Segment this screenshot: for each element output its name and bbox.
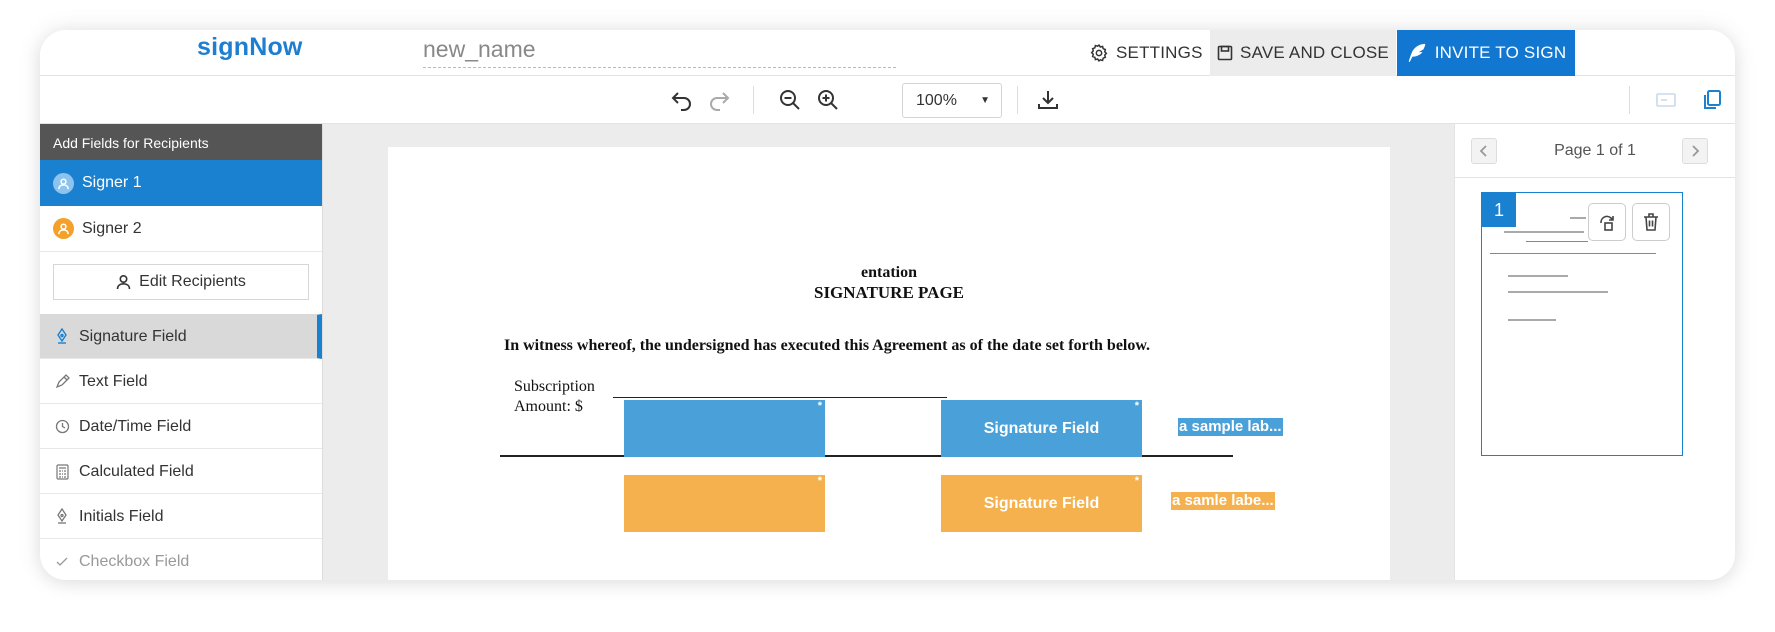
required-mark: * (817, 475, 822, 487)
document-title-line-1: entation (861, 264, 917, 281)
checkbox-field-item[interactable]: Checkbox Field (40, 539, 322, 580)
toolbar: 100% ▼ (40, 76, 1735, 124)
label-field-text: a samle labe... (1172, 492, 1274, 509)
initials-field-label: Initials Field (79, 507, 164, 525)
signer-2-label-field[interactable]: a samle labe... (1171, 492, 1275, 510)
thumbnail-text-line (1570, 217, 1586, 219)
thumbnail-text-line (1504, 231, 1584, 233)
settings-button[interactable]: SETTINGS (1089, 30, 1209, 76)
thumbnail-text-line (1508, 291, 1608, 293)
checkbox-icon (54, 555, 70, 569)
redo-icon[interactable] (705, 86, 733, 114)
thumbnail-rule (1490, 253, 1656, 254)
signer-1-label: Signer 1 (82, 174, 142, 191)
document-canvas: entation SIGNATURE PAGE In witness where… (323, 124, 1454, 580)
required-mark: * (1134, 475, 1139, 487)
user-avatar-icon (53, 172, 74, 194)
zoom-out-icon[interactable] (776, 86, 804, 114)
fields-icon[interactable] (1652, 86, 1680, 114)
calculated-field-label: Calculated Field (79, 462, 194, 480)
page-thumbnail[interactable]: 1 (1481, 192, 1683, 456)
signer-2-label: Signer 2 (82, 219, 142, 237)
edit-recipients-button[interactable]: Edit Recipients (53, 264, 309, 300)
delete-page-button[interactable] (1632, 203, 1670, 241)
rotate-icon (1600, 215, 1614, 231)
app-window: signNow new_name SETTINGS SAVE AND CLOSE… (40, 30, 1735, 580)
feather-icon (1408, 43, 1425, 63)
pen-nib-icon (54, 328, 70, 345)
edit-recipients-label: Edit Recipients (139, 273, 246, 290)
zoom-in-icon[interactable] (814, 86, 842, 114)
signature-field-text: Signature Field (983, 494, 1100, 512)
label-field-text: a sample lab... (1179, 418, 1282, 435)
signer-1-label-field[interactable]: a sample lab... (1178, 418, 1283, 436)
gear-icon (1090, 43, 1108, 63)
text-field-item[interactable]: Text Field (40, 359, 322, 404)
subscription-line-1: Subscription (514, 378, 595, 395)
person-icon (116, 274, 131, 290)
chevron-right-icon (1692, 145, 1700, 157)
subscription-line-2: Amount: $ (514, 398, 583, 415)
caret-down-icon: ▼ (980, 95, 990, 106)
document-page: entation SIGNATURE PAGE In witness where… (388, 147, 1390, 580)
logo[interactable]: signNow (197, 33, 303, 62)
signer-2-field-box[interactable]: * (624, 475, 825, 532)
download-icon[interactable] (1034, 86, 1062, 114)
required-mark: * (817, 400, 822, 412)
pen-nib-icon (54, 508, 70, 525)
thumbnail-page-number: 1 (1482, 193, 1516, 227)
document-name-input[interactable]: new_name (423, 34, 896, 68)
date-time-field-item[interactable]: Date/Time Field (40, 404, 322, 449)
invite-to-sign-button[interactable]: INVITE TO SIGN (1397, 30, 1575, 76)
thumbnail-text-line (1508, 319, 1556, 321)
text-field-label: Text Field (79, 372, 148, 390)
recipients-sidebar: Add Fields for Recipients Signer 1 Signe… (40, 124, 323, 580)
zoom-value: 100% (916, 92, 957, 109)
save-icon (1217, 45, 1233, 61)
signer-2-item[interactable]: Signer 2 (40, 206, 322, 252)
trash-icon (1644, 213, 1658, 231)
thumbnail-rule (1526, 241, 1588, 242)
toolbar-divider (1017, 86, 1018, 114)
initials-field-item[interactable]: Initials Field (40, 494, 322, 539)
toolbar-divider (1629, 86, 1630, 114)
rotate-page-button[interactable] (1588, 203, 1626, 241)
save-and-close-button[interactable]: SAVE AND CLOSE (1210, 30, 1396, 76)
user-avatar-icon (53, 218, 74, 239)
signature-field-label: Signature Field (79, 327, 187, 345)
pages-panel: Page 1 of 1 1 (1454, 124, 1735, 580)
signer-1-field-box[interactable]: * (624, 400, 825, 457)
next-page-button[interactable] (1682, 138, 1708, 164)
zoom-select[interactable]: 100% ▼ (902, 83, 1002, 118)
signer-1-signature-field[interactable]: Signature Field * (941, 400, 1142, 457)
thumbnail-text-line (1508, 275, 1568, 277)
copy-icon[interactable] (1698, 86, 1726, 114)
document-title-line-2: SIGNATURE PAGE (813, 283, 965, 302)
subscription-amount-text: Subscription Amount: $ (514, 377, 595, 417)
date-time-field-label: Date/Time Field (79, 417, 192, 435)
signature-field-item[interactable]: Signature Field (40, 314, 322, 359)
subscription-underline (613, 397, 947, 398)
checkbox-field-label: Checkbox Field (79, 552, 190, 570)
page-navigator: Page 1 of 1 (1455, 124, 1735, 178)
undo-icon[interactable] (668, 86, 696, 114)
save-and-close-label: SAVE AND CLOSE (1240, 43, 1389, 62)
clock-icon (54, 419, 70, 434)
settings-label: SETTINGS (1116, 43, 1203, 62)
invite-to-sign-label: INVITE TO SIGN (1434, 43, 1567, 62)
signer-1-item[interactable]: Signer 1 (40, 160, 322, 206)
sidebar-heading: Add Fields for Recipients (40, 124, 322, 160)
calculator-icon (54, 463, 70, 480)
signer-2-signature-field[interactable]: Signature Field * (941, 475, 1142, 532)
toolbar-divider (753, 86, 754, 114)
document-paragraph: In witness whereof, the undersigned has … (504, 337, 1151, 354)
signature-field-text: Signature Field (983, 419, 1100, 437)
pencil-icon (54, 374, 70, 389)
required-mark: * (1134, 400, 1139, 412)
header-bar: signNow new_name SETTINGS SAVE AND CLOSE… (40, 30, 1735, 76)
calculated-field-item[interactable]: Calculated Field (40, 449, 322, 494)
